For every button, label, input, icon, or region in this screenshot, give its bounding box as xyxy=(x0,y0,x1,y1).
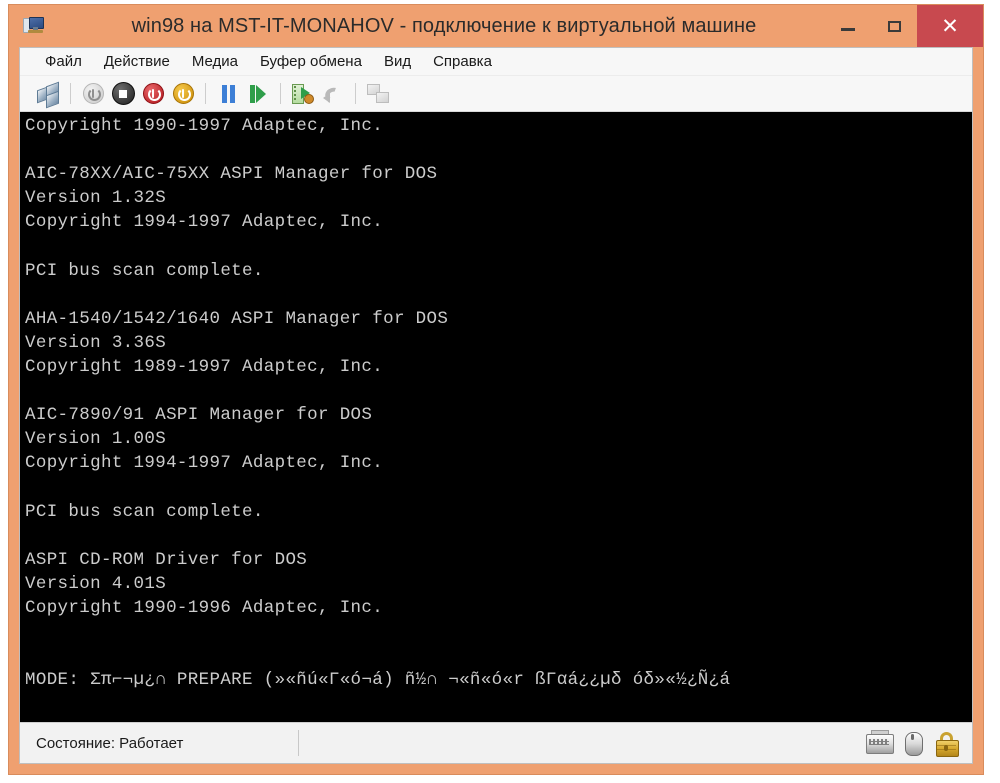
power-off-icon xyxy=(82,83,104,104)
console-line: Version 4.01S xyxy=(25,573,167,594)
turn-off-button[interactable] xyxy=(138,80,168,108)
toolbar-separator xyxy=(280,83,281,104)
connect-button[interactable] xyxy=(33,80,63,108)
client-area: Файл Действие Медиа Буфер обмена Вид Спр… xyxy=(19,47,973,764)
console-line: Copyright 1990-1997 Adaptec, Inc. xyxy=(25,116,384,136)
revert-machines-icon xyxy=(367,84,389,103)
pause-icon xyxy=(221,84,235,103)
menu-item-view[interactable]: Вид xyxy=(373,51,422,73)
power-red-icon xyxy=(142,83,164,104)
toolbar-separator xyxy=(205,83,206,104)
maximize-icon xyxy=(887,20,901,32)
console-line: Copyright 1990-1996 Adaptec, Inc. xyxy=(25,597,384,618)
minimize-icon xyxy=(841,27,855,31)
lock-icon xyxy=(934,730,960,757)
console-line: AIC-78XX/AIC-75XX ASPI Manager for DOS xyxy=(25,164,438,185)
toolbar-separator xyxy=(355,83,356,104)
revert-button[interactable] xyxy=(318,80,348,108)
toolbar-separator xyxy=(70,83,71,104)
apply-button[interactable] xyxy=(363,80,393,108)
console-line: Copyright 1994-1997 Adaptec, Inc. xyxy=(25,453,384,474)
console-line: ASPI CD-ROM Driver for DOS xyxy=(25,549,308,570)
console-line: Version 3.36S xyxy=(25,332,167,353)
status-divider xyxy=(298,730,300,756)
shutdown-button[interactable] xyxy=(108,80,138,108)
console-line: AHA-1540/1542/1640 ASPI Manager for DOS xyxy=(25,308,449,329)
console-line: MODE: Σπ⌐¬µ¿∩ PREPARE (»«ñú«Γ«ó¬á) ñ½∩ ¬… xyxy=(25,670,731,691)
title-bar[interactable]: win98 на MST-IT-MONAHOV - подключение к … xyxy=(9,5,983,47)
console-line: PCI bus scan complete. xyxy=(25,260,264,281)
checkpoint-button[interactable] xyxy=(288,80,318,108)
maximize-button[interactable] xyxy=(871,5,917,47)
console-line: Copyright 1994-1997 Adaptec, Inc. xyxy=(25,212,384,233)
close-button[interactable]: ✕ xyxy=(917,5,983,47)
resume-button[interactable] xyxy=(243,80,273,108)
start-button[interactable] xyxy=(168,80,198,108)
toolbar xyxy=(20,76,972,112)
play-icon xyxy=(250,84,266,103)
menu-item-action[interactable]: Действие xyxy=(93,51,181,73)
status-icon-group xyxy=(866,723,960,763)
undo-icon xyxy=(323,84,343,103)
vm-screen[interactable]: Copyright 1990-1997 Adaptec, Inc. AIC-78… xyxy=(20,112,972,722)
console-line: Version 1.32S xyxy=(25,188,167,209)
window-controls: ✕ xyxy=(825,5,983,47)
menu-item-media[interactable]: Медиа xyxy=(181,51,249,73)
console-line: Version 1.00S xyxy=(25,429,167,450)
console-line: Copyright 1989-1997 Adaptec, Inc. xyxy=(25,356,384,377)
console-line: PCI bus scan complete. xyxy=(25,501,264,522)
stop-circle-icon xyxy=(111,82,135,105)
menu-item-help[interactable]: Справка xyxy=(422,51,503,73)
virtual-machine-icon xyxy=(23,15,45,37)
snapshot-icon xyxy=(292,83,314,104)
pause-button[interactable] xyxy=(213,80,243,108)
status-bar: Состояние: Работает xyxy=(20,722,972,763)
console-line: AIC-7890/91 ASPI Manager for DOS xyxy=(25,405,373,426)
dos-console-output: Copyright 1990-1997 Adaptec, Inc. AIC-78… xyxy=(20,112,972,692)
menu-bar: Файл Действие Медиа Буфер обмена Вид Спр… xyxy=(20,48,972,76)
minimize-button[interactable] xyxy=(825,5,871,47)
status-text: Состояние: Работает xyxy=(36,734,184,752)
power-off-button[interactable] xyxy=(78,80,108,108)
menu-item-clipboard[interactable]: Буфер обмена xyxy=(249,51,373,73)
menu-item-file[interactable]: Файл xyxy=(34,51,93,73)
connect-icon xyxy=(37,81,59,108)
virtual-machine-window: win98 на MST-IT-MONAHOV - подключение к … xyxy=(8,4,984,775)
power-amber-icon xyxy=(172,83,194,104)
keyboard-icon xyxy=(866,730,894,756)
mouse-icon xyxy=(900,730,926,756)
